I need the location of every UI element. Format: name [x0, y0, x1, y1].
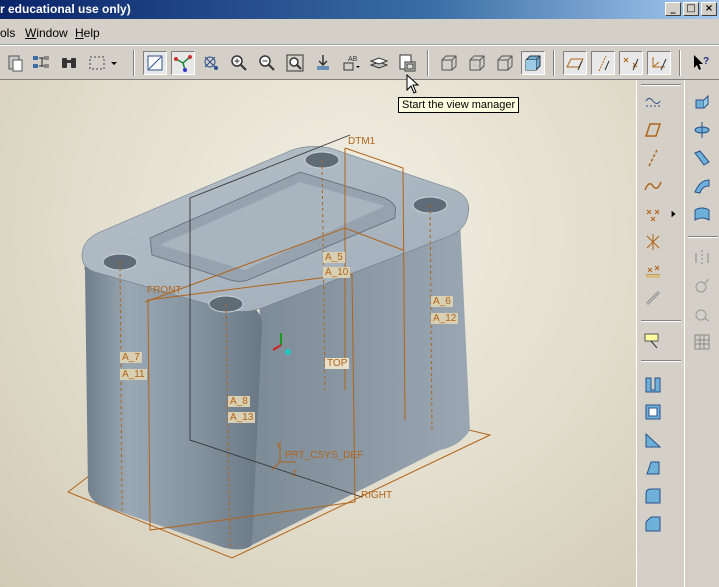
- chevron-down-icon[interactable]: [107, 51, 121, 75]
- mirror-tool-icon[interactable]: [690, 246, 714, 270]
- view-manager-icon[interactable]: [395, 51, 419, 75]
- no-hidden-icon[interactable]: [493, 51, 517, 75]
- select-box-icon[interactable]: [85, 51, 109, 75]
- csys-tag-display-icon[interactable]: [647, 51, 671, 75]
- title-bar: r educational use only) _ □ ×: [0, 0, 719, 19]
- graphics-window[interactable]: DTM1 FRONT TOP RIGHT PRT_CSYS_DEF Y Z A_…: [0, 80, 636, 587]
- datum-point-tool-icon[interactable]: [641, 202, 665, 226]
- context-help-icon[interactable]: ?: [689, 51, 713, 75]
- minimize-button[interactable]: _: [665, 2, 681, 16]
- refit-icon[interactable]: [283, 51, 307, 75]
- datum-label-front[interactable]: FRONT: [147, 285, 181, 296]
- csys-label[interactable]: PRT_CSYS_DEF: [285, 450, 363, 461]
- close-button[interactable]: ×: [701, 2, 717, 16]
- datum-label-top[interactable]: TOP: [325, 358, 350, 369]
- part-model[interactable]: [0, 80, 636, 587]
- view-manager-tooltip: Start the view manager: [398, 97, 520, 113]
- toolbar-separator: [679, 50, 681, 76]
- hidden-line-icon[interactable]: [465, 51, 489, 75]
- regenerate-icon[interactable]: [29, 51, 53, 75]
- datum-plane-display-icon[interactable]: [143, 51, 167, 75]
- toolbar-separator: [133, 50, 135, 76]
- blend-tool-icon[interactable]: [690, 174, 714, 198]
- datum-curve-tool-icon[interactable]: [641, 174, 665, 198]
- menu-window[interactable]: Window: [25, 26, 68, 40]
- window-title: r educational use only): [0, 2, 131, 16]
- menu-bar: ols Window Help: [0, 19, 719, 45]
- maximize-button[interactable]: □: [683, 2, 699, 16]
- reorient-icon[interactable]: [311, 51, 335, 75]
- find-icon[interactable]: [57, 51, 81, 75]
- csys-y-label: Y: [276, 441, 282, 450]
- datum-point-display-icon[interactable]: [199, 51, 223, 75]
- svg-text:AB: AB: [348, 56, 358, 63]
- shell-tool-icon[interactable]: [641, 400, 665, 424]
- surface-tool-icon[interactable]: [690, 202, 714, 226]
- analysis-tool-icon[interactable]: [641, 258, 665, 282]
- round-tool-icon[interactable]: [641, 484, 665, 508]
- menu-help[interactable]: Help: [75, 26, 100, 40]
- mouse-cursor-icon: [406, 74, 420, 94]
- shading-icon[interactable]: [521, 51, 545, 75]
- merge-tool-icon[interactable]: [690, 274, 714, 298]
- wireframe-icon[interactable]: [437, 51, 461, 75]
- toolbar-separator: [427, 50, 429, 76]
- feature-toolbar: [684, 80, 719, 587]
- hole-tool-icon[interactable]: [641, 372, 665, 396]
- layers-icon[interactable]: [367, 51, 391, 75]
- chamfer-tool-icon[interactable]: [641, 512, 665, 536]
- datum-label-right[interactable]: RIGHT: [361, 490, 392, 501]
- point-tag-display-icon[interactable]: [619, 51, 643, 75]
- zoom-out-icon[interactable]: [255, 51, 279, 75]
- saved-views-icon[interactable]: AB: [339, 51, 363, 75]
- rib-tool-icon[interactable]: [641, 428, 665, 452]
- axis-label-a6[interactable]: A_6: [431, 296, 453, 307]
- toolbar-separator: [641, 360, 681, 362]
- datum-axis-display-icon[interactable]: [171, 51, 195, 75]
- toolbar-separator: [641, 84, 681, 86]
- zoom-in-icon[interactable]: [227, 51, 251, 75]
- pattern-tool-icon[interactable]: [690, 330, 714, 354]
- sketch-tool-icon[interactable]: [641, 90, 665, 114]
- draft-tool-icon[interactable]: [641, 456, 665, 480]
- toolbar-separator: [641, 320, 681, 322]
- menu-tools[interactable]: ols: [0, 26, 15, 40]
- plane-tag-display-icon[interactable]: [563, 51, 587, 75]
- sweep-tool-icon[interactable]: [690, 146, 714, 170]
- csys-z-label: Z: [292, 469, 297, 478]
- revolve-tool-icon[interactable]: [690, 118, 714, 142]
- main-toolbar: AB ?: [0, 45, 719, 80]
- datum-plane-tool-icon[interactable]: [641, 118, 665, 142]
- csys-tool-icon[interactable]: [641, 230, 665, 254]
- datum-toolbar: [636, 80, 684, 587]
- datum-label-dtm1[interactable]: DTM1: [348, 136, 375, 147]
- axis-label-a10[interactable]: A_10: [323, 267, 351, 278]
- axis-label-a13[interactable]: A_13: [228, 412, 256, 423]
- annotation-tool-icon[interactable]: [641, 328, 665, 352]
- axis-label-a12[interactable]: A_12: [431, 313, 459, 324]
- svg-text:?: ?: [703, 56, 709, 67]
- chain-tool-icon[interactable]: [641, 286, 665, 310]
- flyout-arrow-icon[interactable]: [669, 208, 679, 220]
- axis-label-a11[interactable]: A_11: [120, 369, 147, 380]
- toolbar-separator: [553, 50, 555, 76]
- trim-tool-icon[interactable]: [690, 302, 714, 326]
- extrude-tool-icon[interactable]: [690, 90, 714, 114]
- toolbar-separator: [688, 236, 718, 238]
- axis-tag-display-icon[interactable]: [591, 51, 615, 75]
- axis-label-a8[interactable]: A_8: [228, 396, 250, 407]
- axis-label-a7[interactable]: A_7: [120, 352, 142, 363]
- paste-icon[interactable]: [3, 51, 27, 75]
- datum-axis-tool-icon[interactable]: [641, 146, 665, 170]
- axis-label-a5[interactable]: A_5: [323, 252, 345, 263]
